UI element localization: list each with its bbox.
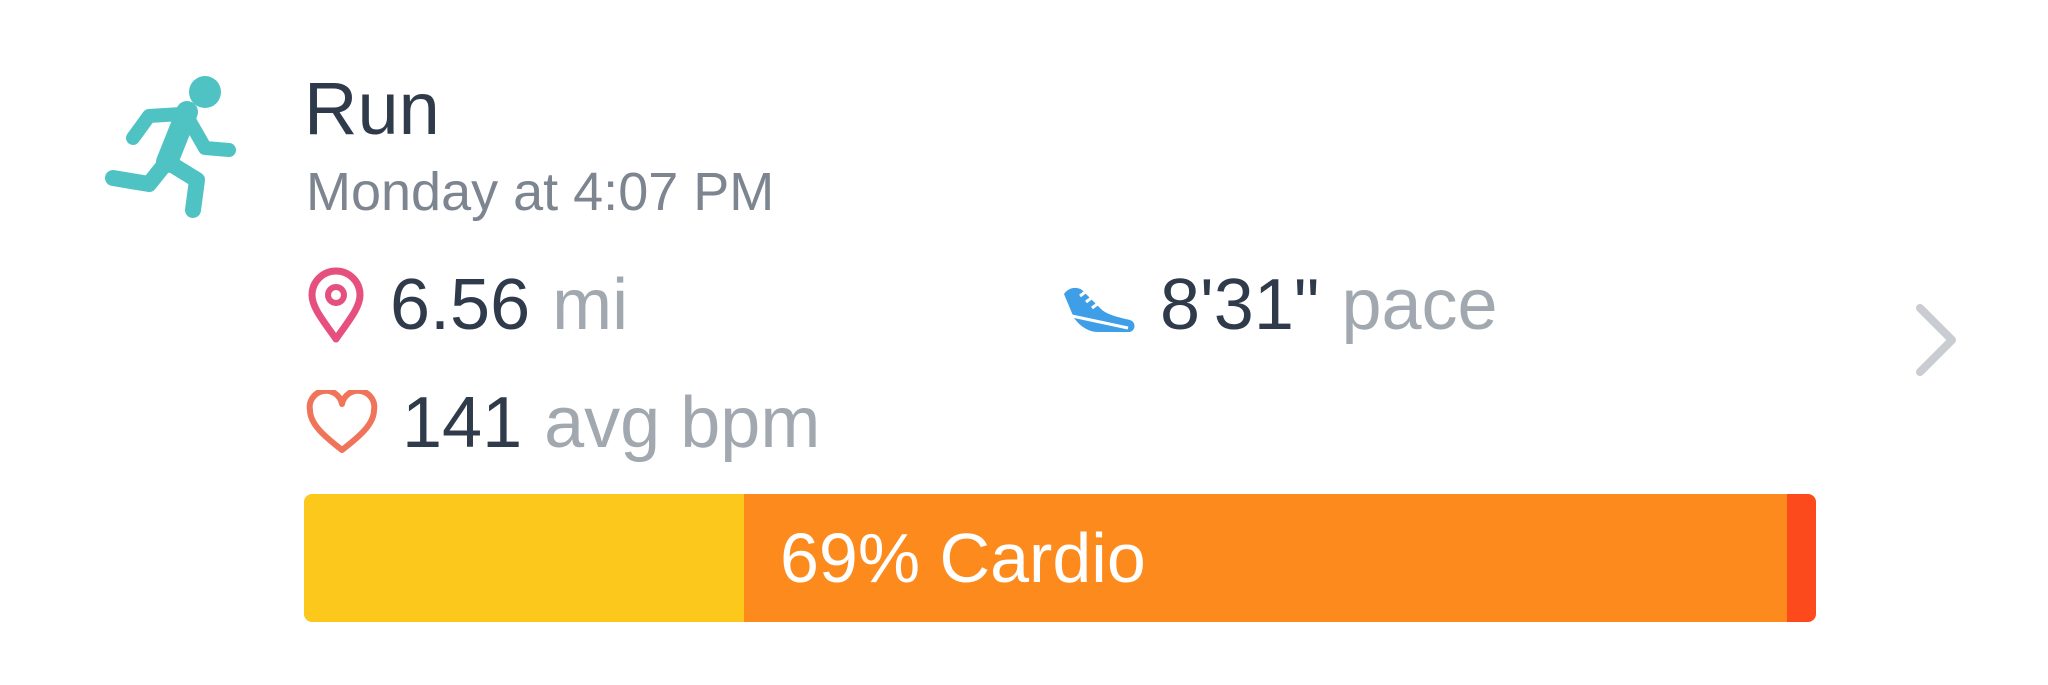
- running-shoe-icon: [1064, 287, 1135, 332]
- heart-zone-segment-peak: [1787, 494, 1816, 622]
- location-pin-icon: [308, 267, 364, 343]
- pace-stat: 8'31" pace: [1058, 260, 1498, 350]
- running-person-icon: [105, 76, 236, 218]
- heart-zone-segment-fat-burn: [304, 494, 744, 622]
- activity-title: Run: [304, 67, 440, 150]
- distance-stat: 6.56 mi: [304, 260, 628, 350]
- chevron-right-icon[interactable]: [1910, 300, 1960, 380]
- heart-icon: [306, 390, 378, 453]
- distance-unit: mi: [552, 265, 629, 345]
- heart-rate-value: 141: [402, 383, 523, 463]
- heart-zone-label: 69% Cardio: [780, 519, 1146, 597]
- pace-unit: pace: [1341, 265, 1498, 345]
- heart-rate-stat: 141 avg bpm: [304, 378, 820, 468]
- distance-value: 6.56: [390, 265, 531, 345]
- activity-timestamp: Monday at 4:07 PM: [306, 162, 775, 222]
- pace-value: 8'31": [1160, 265, 1320, 345]
- heart-rate-unit: avg bpm: [544, 383, 821, 463]
- activity-card[interactable]: Run Monday at 4:07 PM 6.56 mi 8'31" pace…: [0, 0, 2048, 685]
